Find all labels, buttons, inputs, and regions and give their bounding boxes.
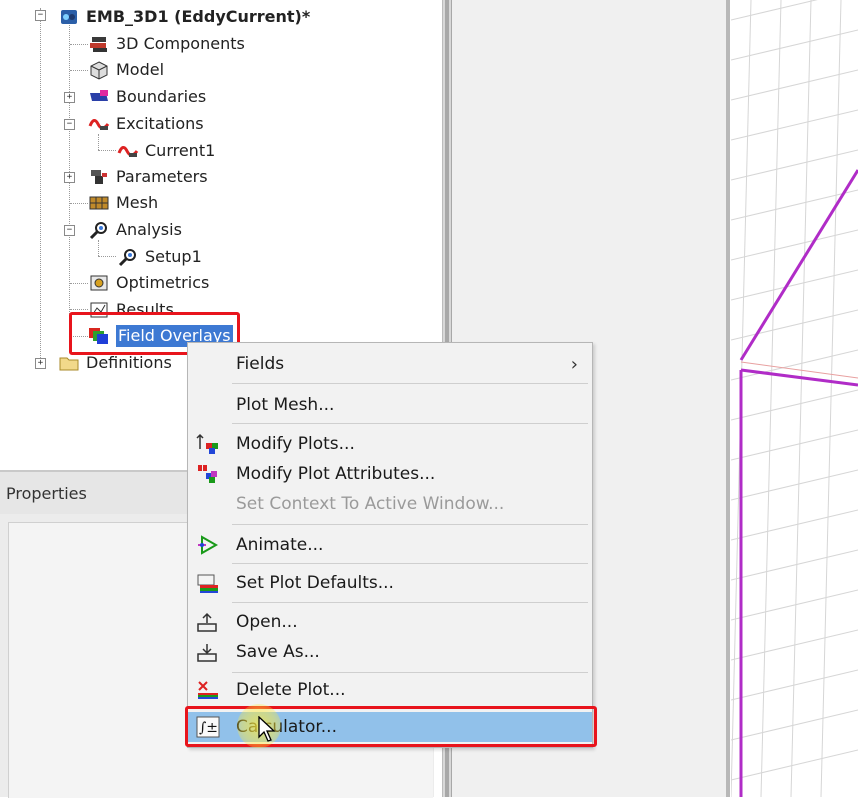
menu-item-delete-plot[interactable]: Delete Plot... [188, 675, 592, 705]
menu-item-set-context-to-active-window: Set Context To Active Window... [188, 489, 592, 519]
expand-toggle[interactable]: + [35, 358, 46, 369]
menu-item-label: Animate... [236, 535, 324, 555]
tree-item-label: Mesh [116, 193, 159, 212]
menu-item-label: Plot Mesh... [236, 395, 335, 415]
tree-item-model[interactable]: Model [88, 57, 164, 83]
menu-item-label: Set Context To Active Window... [236, 494, 505, 514]
tree-item-excitations[interactable]: Excitations [88, 111, 204, 137]
menu-item-open[interactable]: Open... [188, 607, 592, 637]
boundaries-icon [88, 87, 110, 107]
context-menu: Fields › Plot Mesh... Modify Plots... Mo… [187, 342, 593, 748]
menu-separator [232, 602, 588, 603]
setup-icon [117, 247, 139, 267]
menu-item-label: Save As... [236, 642, 320, 662]
tree-item-current1[interactable]: Current1 [117, 138, 215, 164]
tree-item-label: Model [116, 60, 165, 79]
parameters-icon [88, 167, 110, 187]
tree-guide-line [70, 44, 88, 45]
menu-item-save-as[interactable]: Save As... [188, 637, 592, 667]
model-icon [88, 60, 110, 80]
collapse-toggle[interactable]: − [35, 10, 46, 21]
tree-item-label: Boundaries [116, 87, 207, 106]
tree-item-label: Optimetrics [116, 273, 210, 292]
tree-root-design[interactable]: EMB_3D1 (EddyCurrent)* [58, 4, 310, 30]
tree-item-3d-components[interactable]: 3D Components [88, 31, 245, 57]
menu-item-label: Set Plot Defaults... [236, 573, 394, 593]
optimetrics-icon [88, 273, 110, 293]
design-title: EMB_3D1 (EddyCurrent)* [86, 7, 311, 26]
tree-guide-line [98, 150, 116, 151]
collapse-toggle[interactable]: − [64, 225, 75, 236]
tree-item-label: Current1 [145, 141, 216, 160]
menu-item-modify-plot-attributes[interactable]: Modify Plot Attributes... [188, 459, 592, 489]
tree-item-label: Analysis [116, 220, 182, 239]
animate-icon [196, 534, 220, 556]
tree-item-parameters[interactable]: Parameters [88, 164, 208, 190]
menu-item-label: Modify Plot Attributes... [236, 464, 436, 484]
excitations-icon [88, 114, 110, 134]
tree-item-label: Excitations [116, 114, 204, 133]
mesh-icon [88, 193, 110, 213]
menu-item-modify-plots[interactable]: Modify Plots... [188, 429, 592, 459]
mouse-cursor-icon [258, 715, 278, 744]
expand-toggle[interactable]: + [64, 172, 75, 183]
viewport-border [726, 0, 730, 797]
tree-item-label: Definitions [86, 353, 172, 372]
menu-separator [232, 563, 588, 564]
design-icon [58, 7, 80, 27]
tree-item-label: 3D Components [116, 34, 245, 53]
menu-item-plot-mesh[interactable]: Plot Mesh... [188, 390, 592, 420]
3d-components-icon [88, 34, 110, 54]
tree-item-optimetrics[interactable]: Optimetrics [88, 270, 209, 296]
menu-item-label: Fields [236, 354, 285, 374]
menu-item-set-plot-defaults[interactable]: Set Plot Defaults... [188, 568, 592, 598]
menu-item-label: Modify Plots... [236, 434, 355, 454]
tree-guide-line [98, 256, 116, 257]
tree-guide-line [69, 18, 70, 318]
tree-item-setup1[interactable]: Setup1 [117, 244, 202, 270]
menu-item-animate[interactable]: Animate... [188, 530, 592, 560]
tree-item-boundaries[interactable]: Boundaries [88, 84, 206, 110]
tree-guide-line [40, 8, 41, 364]
expand-toggle[interactable]: + [64, 92, 75, 103]
menu-separator [232, 524, 588, 525]
menu-separator [232, 383, 588, 384]
save-as-icon [196, 641, 220, 663]
tree-guide-line [70, 70, 88, 71]
tree-item-label: Setup1 [145, 247, 202, 266]
3d-viewport[interactable] [731, 0, 858, 797]
current-icon [117, 141, 139, 161]
tree-guide-line [70, 283, 88, 284]
menu-item-label: Delete Plot... [236, 680, 346, 700]
properties-title: Properties [6, 484, 87, 503]
folder-icon [58, 353, 80, 373]
delete-plot-icon [196, 679, 220, 701]
tree-item-analysis[interactable]: Analysis [88, 217, 182, 243]
modify-plot-attributes-icon [196, 463, 220, 485]
tree-guide-line [70, 203, 88, 204]
menu-separator [232, 423, 588, 424]
modify-plots-icon [196, 433, 220, 455]
tree-guide-line [70, 309, 88, 310]
menu-separator [232, 672, 588, 673]
wireframe-grid [731, 0, 858, 797]
tree-item-mesh[interactable]: Mesh [88, 190, 158, 216]
open-icon [196, 611, 220, 633]
menu-item-fields[interactable]: Fields › [188, 349, 592, 379]
submenu-arrow-icon: › [570, 353, 578, 375]
analysis-icon [88, 220, 110, 240]
tree-item-label: Parameters [116, 167, 208, 186]
set-plot-defaults-icon [196, 572, 220, 594]
collapse-toggle[interactable]: − [64, 119, 75, 130]
menu-item-label: Open... [236, 612, 298, 632]
